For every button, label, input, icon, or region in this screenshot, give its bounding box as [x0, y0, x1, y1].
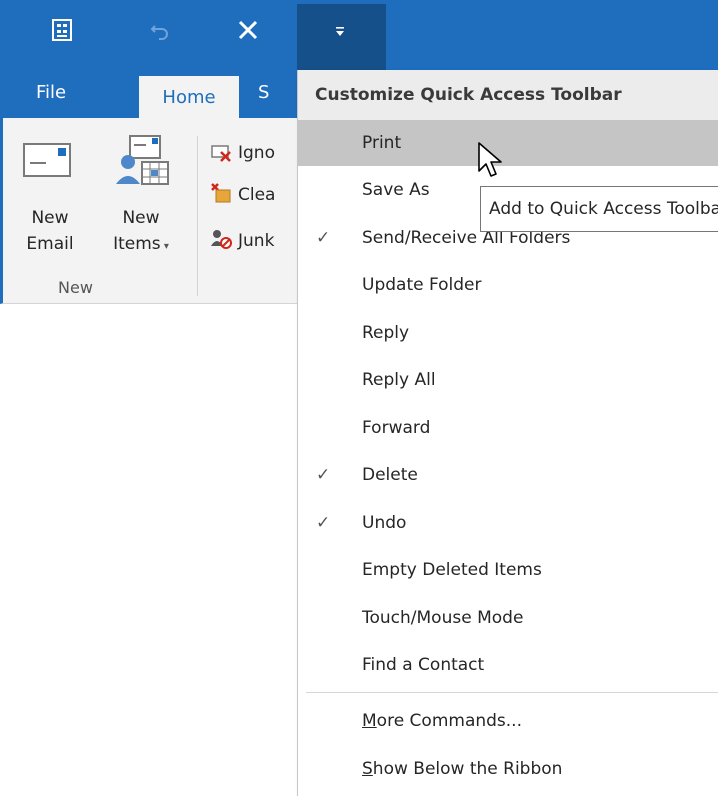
accelerator-key: S	[362, 759, 373, 779]
junk-icon	[210, 228, 232, 255]
new-email-icon	[22, 140, 74, 184]
new-items-icon	[112, 134, 176, 194]
new-email-label-line2: Email	[26, 234, 74, 254]
clean-up-icon	[210, 182, 232, 209]
menu-item-label: Empty Deleted Items	[362, 560, 542, 580]
menu-item-delete[interactable]: ✓ Delete	[298, 452, 718, 498]
accelerator-key: M	[362, 711, 377, 731]
menu-item-show-below-ribbon[interactable]: Show Below the Ribbon	[298, 746, 718, 792]
new-email-button[interactable]: New Email	[26, 205, 74, 257]
menu-item-reply[interactable]: Reply	[298, 310, 718, 356]
menu-item-label: Show Below the Ribbon	[362, 759, 562, 779]
menu-item-update-folder[interactable]: Update Folder	[298, 262, 718, 308]
ignore-label: Igno	[238, 143, 275, 163]
clean-up-button[interactable]: Clea	[210, 180, 275, 210]
menu-item-label: Delete	[362, 465, 418, 485]
check-icon: ✓	[316, 228, 331, 248]
menu-item-label: Print	[362, 133, 402, 153]
menu-header: Customize Quick Access Toolbar	[298, 70, 718, 120]
new-items-button[interactable]: New Items ▾	[108, 205, 174, 260]
ignore-icon	[210, 140, 232, 167]
tab-file[interactable]: File	[36, 82, 66, 103]
delete-icon[interactable]	[228, 12, 268, 48]
menu-item-label: More Commands...	[362, 711, 522, 731]
undo-icon[interactable]	[140, 12, 180, 48]
group-label-new: New	[58, 278, 93, 297]
menu-item-label: Update Folder	[362, 275, 482, 295]
menu-item-forward[interactable]: Forward	[298, 405, 718, 451]
send-receive-all-icon[interactable]	[42, 12, 82, 48]
customize-qat-menu: Customize Quick Access Toolbar Print Sav…	[297, 70, 718, 796]
chevron-down-icon: ▾	[160, 241, 169, 252]
label-rest: how Below the Ribbon	[372, 759, 563, 779]
menu-item-touch-mouse-mode[interactable]: Touch/Mouse Mode	[298, 595, 718, 641]
menu-item-label: Reply	[362, 323, 410, 343]
label-rest: ore Commands...	[376, 711, 522, 731]
tooltip: Add to Quick Access Toolbar	[480, 186, 718, 232]
menu-item-label: Undo	[362, 513, 407, 533]
menu-item-label: Find a Contact	[362, 655, 485, 675]
menu-item-find-a-contact[interactable]: Find a Contact	[298, 642, 718, 688]
tab-send-receive-partial[interactable]: S	[258, 82, 269, 103]
menu-item-undo[interactable]: ✓ Undo	[298, 500, 718, 546]
menu-item-label: Reply All	[362, 370, 436, 390]
menu-item-more-commands[interactable]: More Commands...	[298, 698, 718, 744]
menu-item-label: Touch/Mouse Mode	[362, 608, 524, 628]
clean-up-label: Clea	[238, 185, 276, 205]
customize-qat-dropdown-icon	[333, 24, 347, 43]
new-email-label-line1: New	[31, 208, 69, 228]
tab-home[interactable]: Home	[139, 76, 239, 118]
junk-button[interactable]: Junk	[210, 226, 274, 256]
menu-item-reply-all[interactable]: Reply All	[298, 357, 718, 403]
customize-qat-dropdown[interactable]	[297, 4, 386, 70]
quick-access-toolbar	[0, 0, 718, 70]
check-icon: ✓	[316, 465, 331, 485]
junk-label: Junk	[238, 231, 275, 251]
mouse-cursor-icon	[477, 141, 505, 185]
menu-item-print[interactable]: Print	[298, 120, 718, 166]
check-icon: ✓	[316, 513, 331, 533]
new-items-label-line2: Items ▾	[108, 231, 174, 260]
menu-item-label: Save As	[362, 180, 430, 200]
new-items-label-line1: New	[122, 208, 160, 228]
group-divider	[197, 136, 198, 296]
menu-item-empty-deleted-items[interactable]: Empty Deleted Items	[298, 547, 718, 593]
menu-separator	[306, 692, 718, 693]
menu-item-label: Forward	[362, 418, 431, 438]
new-items-label-text: Items	[113, 234, 161, 254]
ignore-button[interactable]: Igno	[210, 138, 275, 168]
